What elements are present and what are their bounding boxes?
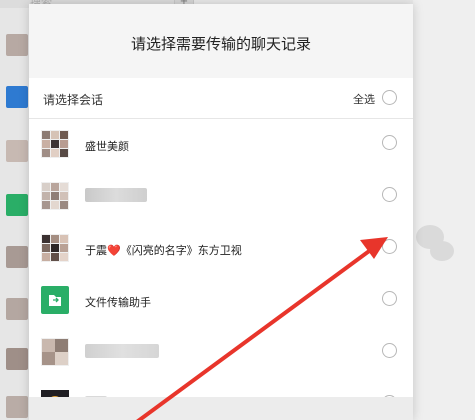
wechat-logo-icon	[416, 225, 454, 265]
select-chats-label: 请选择会话	[43, 93, 104, 107]
chat-list-item[interactable]: 盛世美颜	[29, 119, 413, 171]
background-chat-avatar[interactable]	[6, 298, 28, 320]
chat-list: 盛世美颜 于震❤️《闪亮的名字》东方卫视 文件传输助手	[29, 119, 413, 420]
chat-name: 盛世美颜	[85, 140, 129, 153]
file-transfer-icon	[41, 286, 69, 314]
background-chat-avatar[interactable]	[6, 194, 28, 216]
background-chat-area	[413, 0, 475, 420]
dialog-title: 请选择需要传输的聊天记录	[29, 4, 413, 78]
transfer-chat-dialog: 请选择需要传输的聊天记录 请选择会话 全选 盛世美颜 于震❤️《闪亮的名字》东方…	[29, 4, 413, 420]
group-avatar	[41, 338, 69, 366]
chat-list-item[interactable]: 于震❤️《闪亮的名字》东方卫视	[29, 223, 413, 275]
chat-select-radio[interactable]	[382, 343, 397, 358]
chat-select-radio[interactable]	[382, 291, 397, 306]
blurred-name	[85, 344, 159, 358]
dialog-footer	[29, 397, 413, 420]
background-chat-avatar[interactable]	[6, 86, 28, 108]
chat-select-radio[interactable]	[382, 135, 397, 150]
background-chat-avatar[interactable]	[6, 348, 28, 370]
chat-list-item[interactable]	[29, 171, 413, 223]
background-chat-avatar[interactable]	[6, 34, 28, 56]
chat-list-item[interactable]: 文件传输助手	[29, 275, 413, 327]
chat-select-radio[interactable]	[382, 187, 397, 202]
select-header: 请选择会话 全选	[29, 78, 413, 119]
group-avatar	[41, 182, 69, 210]
background-chat-avatar[interactable]	[6, 246, 28, 268]
chat-name: 文件传输助手	[85, 296, 151, 309]
background-chat-avatar[interactable]	[6, 140, 28, 162]
select-all-label[interactable]: 全选	[353, 91, 375, 107]
group-avatar	[41, 130, 69, 158]
select-all-radio[interactable]	[382, 90, 397, 105]
chat-name: 于震❤️《闪亮的名字》东方卫视	[85, 244, 242, 257]
blurred-name	[85, 188, 147, 202]
background-chat-avatar[interactable]	[6, 396, 28, 418]
chat-select-radio[interactable]	[382, 239, 397, 254]
group-avatar	[41, 234, 69, 262]
chat-list-item[interactable]	[29, 327, 413, 379]
